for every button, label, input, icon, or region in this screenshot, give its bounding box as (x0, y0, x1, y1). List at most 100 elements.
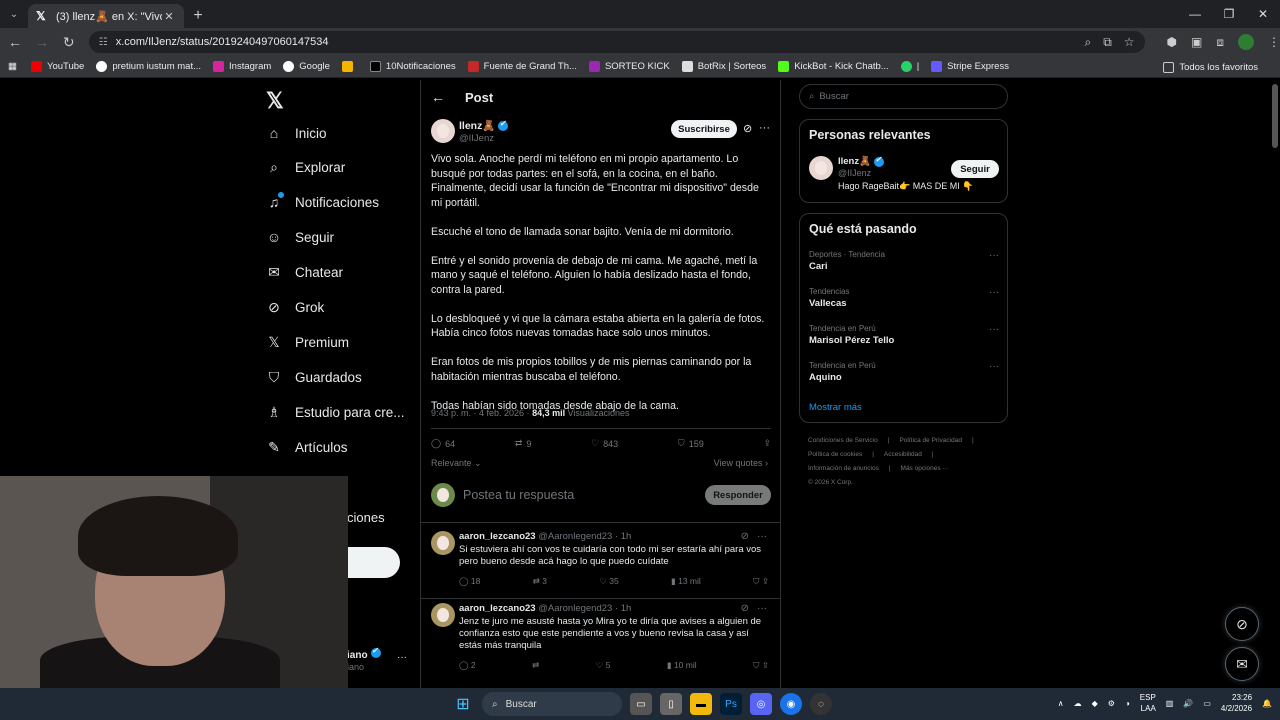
repost-action[interactable]: ⇄ 9 (515, 438, 532, 449)
forward-icon[interactable]: → (30, 30, 54, 54)
more-icon[interactable]: ··· (757, 531, 767, 542)
account-name-peek[interactable]: iano (347, 646, 381, 661)
footer-link[interactable]: Condiciones de Servicio (808, 437, 878, 444)
discord-icon[interactable]: ◎ (750, 693, 772, 715)
network-icon[interactable]: ▥ (1166, 699, 1174, 708)
media-icon[interactable]: ▣ (1191, 35, 1202, 49)
share-action[interactable]: ⇪ (763, 438, 771, 449)
nav-item-notificaciones[interactable]: ♫ Notificaciones (266, 188, 379, 216)
more-icon[interactable]: ··· (989, 287, 999, 298)
page-scrollbar[interactable] (1272, 84, 1278, 148)
reply-action[interactable]: ◯ 64 (431, 438, 455, 449)
nav-item-chatear[interactable]: ✉ Chatear (266, 258, 343, 286)
subscribe-button[interactable]: Suscribirse (671, 120, 737, 138)
extension-icon[interactable]: ⬢ (1167, 35, 1177, 49)
views-count[interactable]: ▮ 13 mil (671, 576, 701, 587)
file-explorer-icon[interactable]: ▬ (690, 693, 712, 715)
follow-button[interactable]: Seguir (951, 160, 999, 178)
view-quotes-link[interactable]: View quotes › (714, 458, 768, 468)
bookmark-youtube[interactable]: YouTube (30, 61, 84, 72)
bookmark-icon[interactable]: ⛉ ⇪ (753, 660, 769, 671)
footer-link[interactable]: Más opciones ··· (901, 465, 949, 472)
tray-chevron-icon[interactable]: ∧ (1058, 699, 1064, 708)
author-avatar[interactable] (431, 119, 455, 143)
more-icon[interactable]: ··· (989, 361, 999, 372)
bookmark-unnamed[interactable] (341, 61, 358, 72)
reply-input[interactable]: Postea tu respuesta (463, 488, 705, 502)
messages-float-icon[interactable]: ✉ (1225, 647, 1259, 681)
post-author[interactable]: llenz🧸 @IIJenz (459, 119, 509, 144)
browser-tab[interactable]: 𝕏 (3) llenz🧸 en X: "Vivo sola. An ✕ (28, 4, 184, 28)
battery-icon[interactable]: ▭ (1203, 699, 1211, 708)
close-window-icon[interactable]: ✕ (1246, 0, 1280, 28)
nav-item-articulos[interactable]: ✎ Artículos (266, 433, 347, 461)
task-view-icon[interactable]: ▭ (630, 693, 652, 715)
minimize-icon[interactable]: — (1178, 0, 1212, 28)
back-icon[interactable]: ← (3, 30, 27, 54)
person-avatar[interactable] (809, 156, 833, 180)
nav-item-estudio[interactable]: ♗ Estudio para cre... (266, 398, 405, 426)
menu-kebab-icon[interactable]: ⋮ (1268, 35, 1280, 49)
nav-item-peek[interactable]: ciones (347, 510, 385, 525)
photoshop-icon[interactable]: Ps (720, 693, 742, 715)
all-bookmarks[interactable]: Todos los favoritos (1163, 56, 1258, 78)
grok-icon[interactable]: ⊘ (741, 531, 749, 542)
back-arrow-icon[interactable]: ← (431, 89, 445, 105)
account-more-icon[interactable]: ··· (397, 652, 407, 663)
bookmark-action[interactable]: ⛉ 159 (678, 438, 704, 449)
nav-item-premium[interactable]: 𝕏 Premium (266, 328, 349, 356)
nav-item-guardados[interactable]: ⛉ Guardados (266, 363, 362, 391)
sort-relevant[interactable]: Relevante ⌄ (431, 458, 482, 469)
bookmark-grand-theft[interactable]: Fuente de Grand Th... (467, 61, 577, 72)
repost-count[interactable]: ⇄ (532, 660, 539, 671)
reply-item[interactable]: aaron_lezcano23 @Aaronlegend23 · 1h ⊘ ···… (431, 603, 771, 683)
bookmark-kickbot[interactable]: KickBot - Kick Chatb... (778, 61, 889, 72)
bookmark-star-icon[interactable]: ☆ (1124, 35, 1135, 50)
reply-item[interactable]: aaron_lezcano23 @Aaronlegend23 · 1h ⊘ ···… (431, 531, 771, 591)
app-notification-icon[interactable]: ◌ (810, 693, 832, 715)
repost-count[interactable]: ⇄ 3 (533, 576, 547, 587)
tray-cloud-icon[interactable]: ☁ (1074, 699, 1082, 708)
tab-close-icon[interactable]: ✕ (162, 10, 176, 23)
bookmark-pretium[interactable]: pretium iustum mat... (96, 61, 201, 72)
language-indicator[interactable]: ESP LAA (1140, 692, 1156, 714)
reply-button[interactable]: Responder (705, 485, 771, 505)
url-field[interactable]: ☷ x.com/IlJenz/status/201924049706014753… (88, 31, 1145, 53)
search-input[interactable]: ⌕ Buscar (799, 84, 1008, 109)
footer-link[interactable]: Política de cookies (808, 451, 862, 458)
show-more-link[interactable]: Mostrar más (809, 402, 862, 413)
clock[interactable]: 23:26 4/2/2026 (1221, 692, 1252, 714)
bookmark-instagram[interactable]: Instagram (213, 61, 271, 72)
bookmark-google[interactable]: Google (283, 61, 330, 72)
taskbar-search[interactable]: ⌕ Buscar (482, 692, 622, 716)
profile-avatar[interactable] (1238, 34, 1255, 50)
nav-item-seguir[interactable]: ☺ Seguir (266, 223, 334, 251)
trend-item[interactable]: Tendencia en Perú Aquino ··· (809, 361, 999, 383)
x-logo-icon[interactable]: 𝕏 (266, 88, 284, 114)
like-count[interactable]: ♡ 5 (596, 660, 611, 671)
install-icon[interactable]: ⧉ (1103, 35, 1112, 50)
nav-item-explorar[interactable]: ⌕ Explorar (266, 153, 345, 181)
footer-link[interactable]: Política de Privacidad (899, 437, 962, 444)
more-options-icon[interactable]: ··· (759, 122, 770, 134)
nav-item-grok[interactable]: ⊘ Grok (266, 293, 324, 321)
new-tab-icon[interactable]: + (184, 4, 212, 28)
bookmark-icon[interactable]: ⛉ ⇪ (753, 576, 769, 587)
tray-app-icon[interactable]: ⚙ (1108, 699, 1115, 708)
restore-icon[interactable]: ❐ (1212, 0, 1246, 28)
tray-app-icon[interactable]: ◆ (1092, 699, 1098, 708)
reply-composer[interactable]: Postea tu respuesta Responder (431, 483, 771, 507)
extensions-puzzle-icon[interactable]: ⧈ (1216, 35, 1224, 50)
grok-explain-icon[interactable]: ⊘ (743, 122, 752, 135)
views-count[interactable]: ▮ 10 mil (667, 660, 697, 671)
reply-count[interactable]: ◯ 2 (459, 660, 476, 671)
like-count[interactable]: ♡ 35 (599, 576, 618, 587)
footer-link[interactable]: Accesibilidad (884, 451, 922, 458)
like-action[interactable]: ♡ 843 (591, 438, 618, 449)
grok-icon[interactable]: ⊘ (741, 603, 749, 614)
trend-item[interactable]: Tendencia en Perú Marisol Pérez Tello ··· (809, 324, 999, 346)
more-icon[interactable]: ··· (757, 603, 767, 614)
bookmark-stripe[interactable]: Stripe Express (931, 61, 1009, 72)
tray-app-icon[interactable]: ◑ (1125, 699, 1130, 708)
site-info-icon[interactable]: ☷ (99, 37, 108, 48)
